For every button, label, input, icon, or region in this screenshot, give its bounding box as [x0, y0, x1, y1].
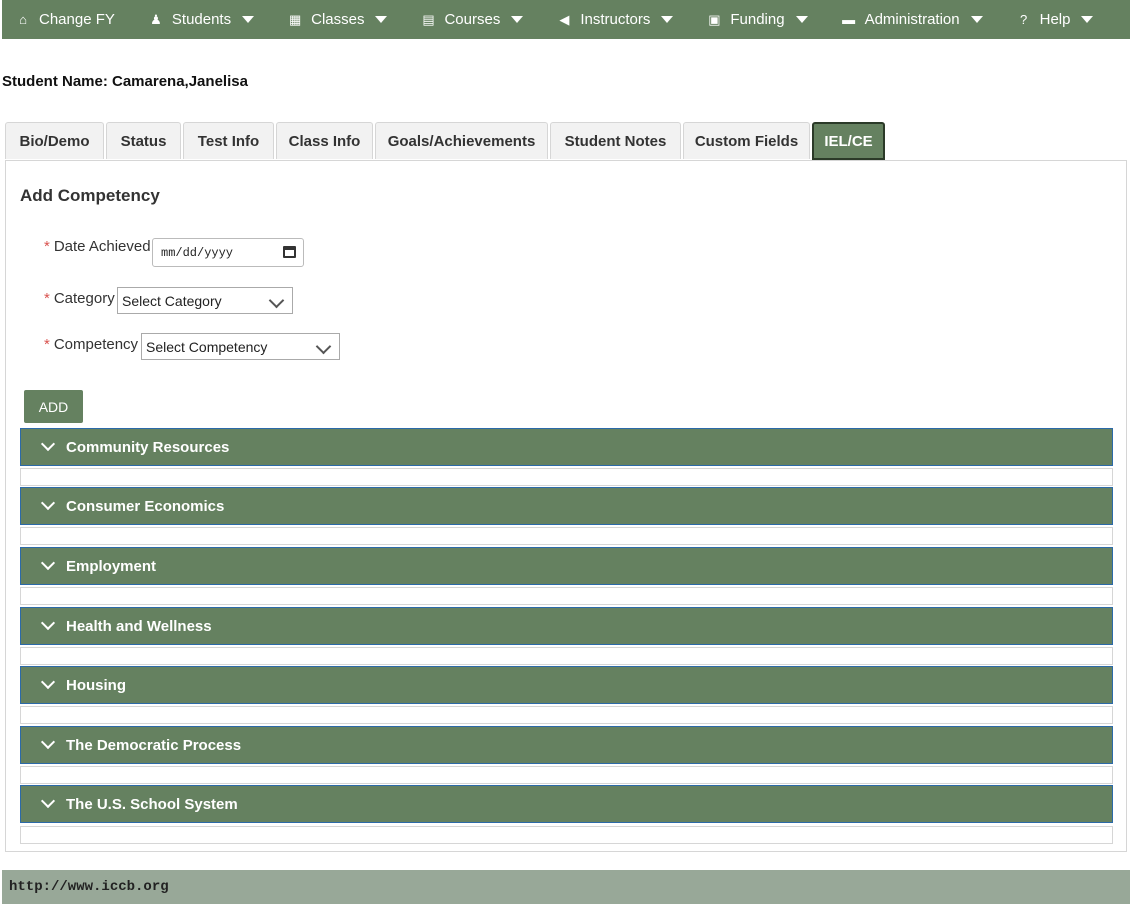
- top-navbar: ⌂ Change FY ♟ Students ▦ Classes ▤ Cours…: [2, 0, 1130, 39]
- caret-down-icon: [1081, 16, 1094, 23]
- accordion-title: The Democratic Process: [66, 736, 242, 754]
- accordion-body: [20, 706, 1113, 724]
- required-marker: *: [44, 336, 50, 353]
- date-achieved-label: * Date Achieved: [44, 238, 151, 255]
- chevron-down-icon: [40, 615, 56, 631]
- required-marker: *: [44, 290, 50, 307]
- nav-funding[interactable]: ▣ Funding: [707, 0, 808, 39]
- tab-class-info[interactable]: Class Info: [276, 122, 373, 159]
- add-button[interactable]: ADD: [24, 390, 83, 423]
- nav-administration[interactable]: ▬ Administration: [842, 0, 983, 39]
- nav-change-fy[interactable]: ⌂ Change FY: [16, 0, 115, 39]
- caret-down-icon: [970, 16, 983, 23]
- accordion-header-the-us-school-system[interactable]: The U.S. School System: [20, 785, 1113, 823]
- tab-bio-demo[interactable]: Bio/Demo: [5, 122, 104, 159]
- chevron-down-icon: [40, 793, 56, 809]
- accordion-header-community-resources[interactable]: Community Resources: [20, 428, 1113, 466]
- caret-down-icon: [661, 16, 674, 23]
- chevron-down-icon: [315, 338, 332, 355]
- nav-label: Classes: [311, 11, 365, 28]
- nav-students[interactable]: ♟ Students: [149, 0, 255, 39]
- nav-label: Administration: [864, 11, 960, 28]
- nav-help[interactable]: ? Help: [1017, 0, 1094, 39]
- caret-down-icon: [375, 16, 388, 23]
- chevron-down-icon: [40, 436, 56, 452]
- caret-down-icon: [511, 16, 524, 23]
- accordion-header-consumer-economics[interactable]: Consumer Economics: [20, 487, 1113, 525]
- accordion-body: [20, 527, 1113, 545]
- chevron-down-icon: [268, 292, 285, 309]
- nav-label: Instructors: [580, 11, 651, 28]
- accordion-body: [20, 766, 1113, 784]
- tab-iel-ce[interactable]: IEL/CE: [812, 122, 885, 160]
- accordion-title: Health and Wellness: [66, 617, 212, 635]
- chevron-down-icon: [40, 495, 56, 511]
- building-icon: ▦: [288, 11, 302, 27]
- money-icon: ▣: [708, 11, 721, 27]
- chevron-down-icon: [40, 555, 56, 571]
- accordion-body: [20, 826, 1113, 844]
- accordion-title: The U.S. School System: [66, 795, 238, 813]
- folder-icon: ▬: [842, 12, 856, 27]
- accordion-title: Community Resources: [66, 438, 230, 456]
- accordion-header-the-democratic-process[interactable]: The Democratic Process: [20, 726, 1113, 764]
- chevron-down-icon: [40, 674, 56, 690]
- home-icon: ⌂: [19, 12, 27, 27]
- footer-link[interactable]: http://www.iccb.org: [9, 879, 169, 895]
- competency-select[interactable]: Select Competency: [141, 333, 340, 360]
- accordion-body: [20, 468, 1113, 486]
- nav-label: Funding: [730, 11, 785, 28]
- tab-status[interactable]: Status: [106, 122, 181, 159]
- label-text: Competency: [53, 336, 139, 353]
- category-label: * Category: [44, 290, 115, 307]
- accordion-title: Employment: [66, 557, 157, 575]
- panel-title: Add Competency: [20, 186, 160, 205]
- accordion-body: [20, 647, 1113, 665]
- calendar-icon[interactable]: [283, 246, 296, 258]
- student-name: Student Name: Camarena,Janelisa: [2, 73, 248, 90]
- date-placeholder: mm/dd/yyyy: [161, 245, 234, 260]
- label-text: Date Achieved: [53, 238, 151, 255]
- accordion-title: Consumer Economics: [66, 497, 225, 515]
- nav-label: Help: [1039, 11, 1071, 28]
- accordion-header-employment[interactable]: Employment: [20, 547, 1113, 585]
- accordion-body: [20, 587, 1113, 605]
- category-select[interactable]: Select Category: [117, 287, 293, 314]
- nav-label: Students: [171, 11, 232, 28]
- tab-student-notes[interactable]: Student Notes: [550, 122, 681, 159]
- label-text: Category: [53, 290, 115, 307]
- tab-custom-fields[interactable]: Custom Fields: [683, 122, 810, 159]
- category-selected-value: Select Category: [122, 292, 222, 309]
- accordion-header-health-and-wellness[interactable]: Health and Wellness: [20, 607, 1113, 645]
- tab-test-info[interactable]: Test Info: [183, 122, 274, 159]
- caret-down-icon: [795, 16, 808, 23]
- accordion-title: Housing: [66, 676, 126, 694]
- nav-label: Change FY: [39, 11, 115, 28]
- caret-down-icon: [242, 16, 255, 23]
- question-icon: ?: [1020, 12, 1028, 27]
- accordion-header-housing[interactable]: Housing: [20, 666, 1113, 704]
- nav-instructors[interactable]: ◀ Instructors: [557, 0, 674, 39]
- bullhorn-icon: ◀: [559, 11, 570, 27]
- nav-label: Courses: [444, 11, 501, 28]
- nav-courses[interactable]: ▤ Courses: [421, 0, 524, 39]
- competency-selected-value: Select Competency: [146, 338, 268, 355]
- tab-goals-achievements[interactable]: Goals/Achievements: [375, 122, 548, 159]
- nav-classes[interactable]: ▦ Classes: [288, 0, 388, 39]
- competency-label: * Competency: [44, 336, 138, 353]
- person-icon: ♟: [150, 11, 162, 27]
- date-achieved-input[interactable]: mm/dd/yyyy: [152, 238, 304, 267]
- footer: http://www.iccb.org: [2, 870, 1130, 904]
- chevron-down-icon: [40, 734, 56, 750]
- book-icon: ▤: [422, 11, 435, 27]
- required-marker: *: [44, 238, 50, 255]
